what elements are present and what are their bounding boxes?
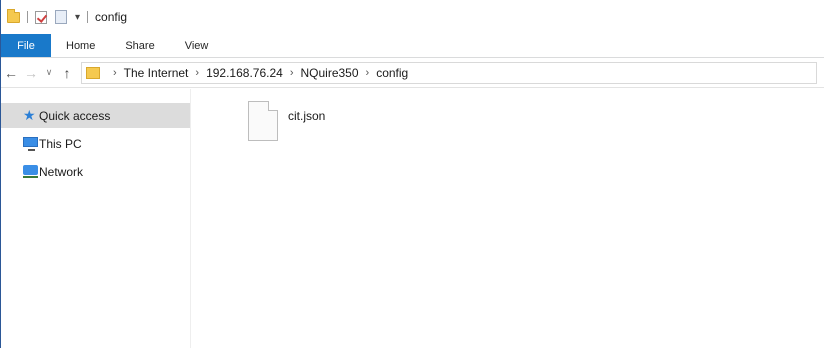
chevron-right-icon[interactable]: › [113, 67, 117, 79]
breadcrumb-the-internet[interactable]: The Internet [124, 66, 189, 80]
sidebar-item-label: Quick access [39, 108, 111, 123]
chevron-right-icon[interactable]: › [290, 67, 294, 79]
star-icon: ★ [23, 107, 36, 123]
chevron-right-icon[interactable]: › [366, 67, 370, 79]
address-bar[interactable]: › The Internet › 192.168.76.24 › NQuire3… [81, 61, 817, 84]
back-arrow-icon[interactable]: ← [1, 65, 21, 81]
sidebar-item-this-pc[interactable]: This PC [1, 131, 190, 156]
explorer-window: ▾ config File Home Share View ← → ∨ ↑ › … [0, 0, 824, 348]
network-icon [23, 165, 38, 178]
computer-icon [23, 137, 38, 151]
file-list: cit.json [192, 89, 824, 348]
customize-toolbar-icon[interactable]: ▾ [75, 12, 80, 23]
chevron-right-icon[interactable]: › [195, 67, 199, 79]
chevron-down-icon[interactable]: ∨ [41, 67, 57, 78]
divider [27, 11, 28, 23]
tab-view[interactable]: View [170, 34, 224, 57]
sidebar-item-label: This PC [39, 136, 82, 151]
tab-file[interactable]: File [1, 34, 51, 57]
breadcrumb-nquire350[interactable]: NQuire350 [300, 66, 358, 80]
file-name: cit.json [288, 109, 326, 123]
navigation-pane: ★ Quick access This PC Network [1, 89, 191, 348]
forward-arrow-icon[interactable]: → [21, 65, 41, 81]
folder-icon [86, 66, 100, 79]
sidebar-item-network[interactable]: Network [1, 159, 190, 184]
new-folder-icon[interactable] [55, 10, 67, 24]
tab-share[interactable]: Share [110, 34, 169, 57]
title-bar: ▾ config [1, 0, 824, 34]
up-arrow-icon[interactable]: ↑ [57, 65, 77, 81]
divider [87, 11, 89, 23]
breadcrumb-host[interactable]: 192.168.76.24 [206, 66, 283, 80]
window-title: config [95, 10, 128, 24]
ribbon-tabs: File Home Share View [1, 34, 824, 58]
file-icon [248, 101, 278, 141]
properties-icon[interactable] [35, 10, 47, 24]
tab-home[interactable]: Home [51, 34, 110, 57]
breadcrumb-config[interactable]: config [376, 66, 408, 80]
list-item[interactable]: cit.json [248, 101, 325, 141]
sidebar-item-quick-access[interactable]: ★ Quick access [1, 103, 190, 128]
navigation-bar: ← → ∨ ↑ › The Internet › 192.168.76.24 ›… [1, 58, 824, 88]
folder-icon [7, 8, 20, 23]
sidebar-item-label: Network [39, 164, 84, 179]
